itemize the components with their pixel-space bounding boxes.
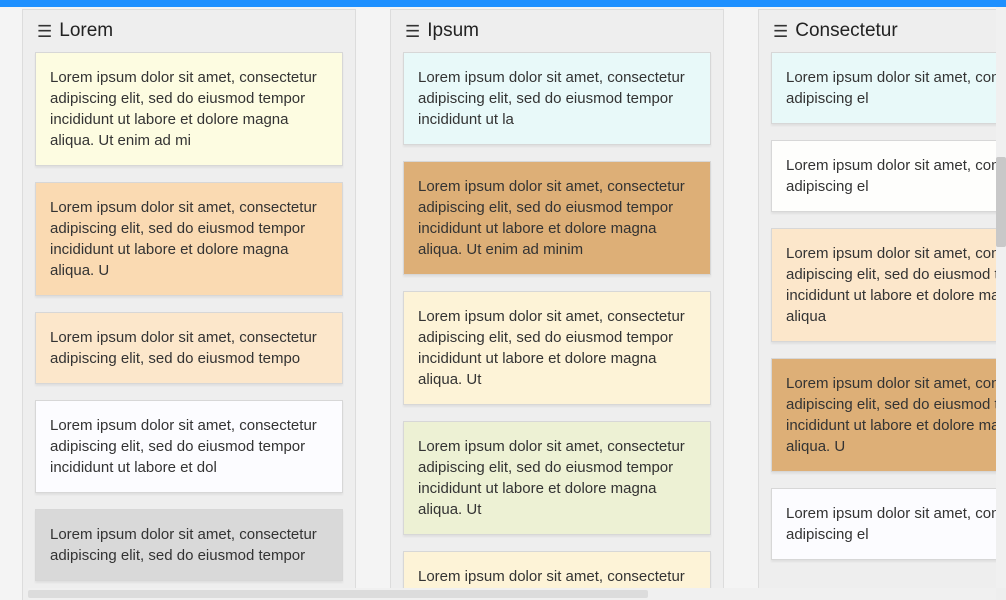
card[interactable]: Lorem ipsum dolor sit amet, consectetur … <box>35 400 343 493</box>
column-header[interactable]: ☰ Consectetur <box>759 10 1006 52</box>
card[interactable]: Lorem ipsum dolor sit amet, consectetur … <box>403 291 711 405</box>
column-header[interactable]: ☰ Ipsum <box>391 10 723 52</box>
card[interactable]: Lorem ipsum dolor sit amet, consectetur … <box>403 161 711 275</box>
column-lorem: ☰ Lorem Lorem ipsum dolor sit amet, cons… <box>22 9 356 600</box>
vertical-scrollbar-thumb[interactable] <box>996 157 1006 247</box>
drag-handle-icon[interactable]: ☰ <box>37 23 52 40</box>
horizontal-scrollbar-thumb[interactable] <box>28 590 648 598</box>
card[interactable]: Lorem ipsum dolor sit amet, consectetur … <box>35 312 343 384</box>
column-title: Lorem <box>59 20 113 42</box>
card[interactable]: Lorem ipsum dolor sit amet, consectetur … <box>771 140 1006 212</box>
vertical-scrollbar-track[interactable] <box>996 7 1006 588</box>
kanban-board: ☰ Lorem Lorem ipsum dolor sit amet, cons… <box>0 7 1006 600</box>
column-header[interactable]: ☰ Lorem <box>23 10 355 52</box>
card[interactable]: Lorem ipsum dolor sit amet, consectetur … <box>771 52 1006 124</box>
cards-container: Lorem ipsum dolor sit amet, consectetur … <box>23 52 355 600</box>
card[interactable]: Lorem ipsum dolor sit amet, consectetur … <box>35 182 343 296</box>
accent-top-bar <box>0 0 1006 7</box>
card[interactable]: Lorem ipsum dolor sit amet, consectetur … <box>403 421 711 535</box>
board-viewport[interactable]: ☰ Lorem Lorem ipsum dolor sit amet, cons… <box>0 7 1006 600</box>
card[interactable]: Lorem ipsum dolor sit amet, consectetur … <box>771 358 1006 472</box>
column-title: Consectetur <box>795 20 897 42</box>
cards-container: Lorem ipsum dolor sit amet, consectetur … <box>391 52 723 600</box>
horizontal-scrollbar-track[interactable] <box>28 588 996 600</box>
drag-handle-icon[interactable]: ☰ <box>773 23 788 40</box>
card[interactable]: Lorem ipsum dolor sit amet, consectetur … <box>35 509 343 581</box>
card[interactable]: Lorem ipsum dolor sit amet, consectetur … <box>403 52 711 145</box>
column-consectetur: ☰ Consectetur Lorem ipsum dolor sit amet… <box>758 9 1006 600</box>
column-ipsum: ☰ Ipsum Lorem ipsum dolor sit amet, cons… <box>390 9 724 600</box>
column-title: Ipsum <box>427 20 479 42</box>
cards-container: Lorem ipsum dolor sit amet, consectetur … <box>759 52 1006 600</box>
card[interactable]: Lorem ipsum dolor sit amet, consectetur … <box>35 52 343 166</box>
drag-handle-icon[interactable]: ☰ <box>405 23 420 40</box>
card[interactable]: Lorem ipsum dolor sit amet, consectetur … <box>771 228 1006 342</box>
card[interactable]: Lorem ipsum dolor sit amet, consectetur … <box>771 488 1006 560</box>
